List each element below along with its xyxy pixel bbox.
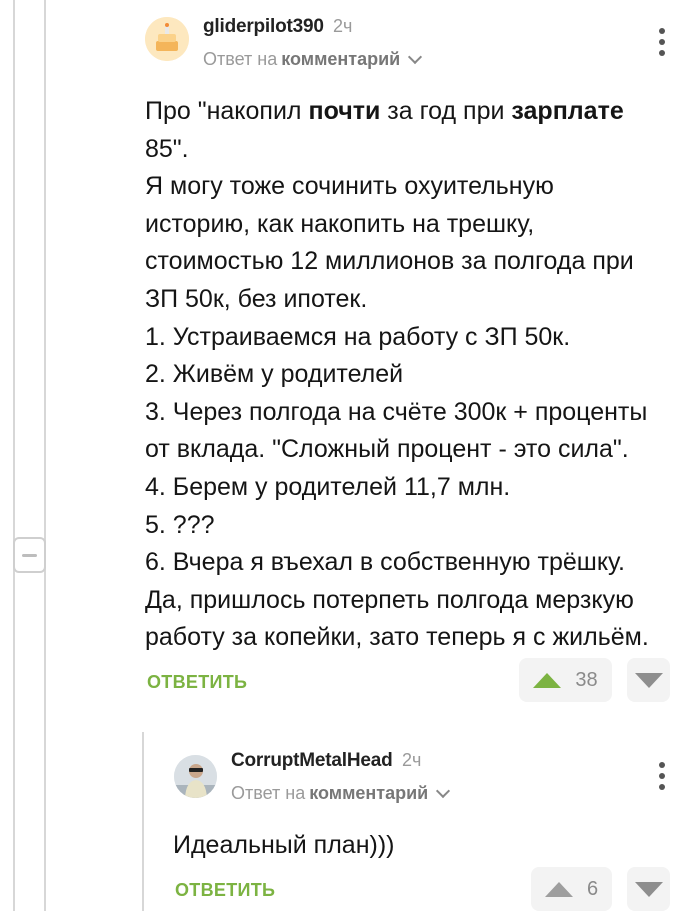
reply-to-target: комментарий bbox=[281, 49, 401, 69]
comment-body-text: 5. ??? bbox=[145, 510, 215, 539]
comment-body-text: работу за копейки, зато теперь я с жильё… bbox=[145, 623, 649, 652]
comment-body-line: 2. Живём у родителей bbox=[145, 356, 685, 394]
comment-body-text: за год при bbox=[380, 97, 512, 125]
kebab-menu-icon[interactable] bbox=[657, 28, 667, 56]
downvote-icon bbox=[634, 881, 663, 897]
kebab-menu-icon[interactable] bbox=[657, 762, 667, 790]
comment-body-text: 85". bbox=[145, 134, 189, 163]
comment-author[interactable]: CorruptMetalHead bbox=[231, 750, 393, 772]
comment-body-line: 6. Вчера я въехал в собственную трёшку. bbox=[145, 544, 685, 582]
comment-body-text: ЗП 50к, без ипотек. bbox=[145, 284, 368, 313]
chevron-down-icon bbox=[408, 49, 423, 64]
avatar-cake-icon bbox=[145, 17, 189, 61]
comment-body-line: 5. ??? bbox=[145, 507, 685, 545]
comment-body-text: 1. Устраиваемся на работу с ЗП 50к. bbox=[145, 322, 571, 351]
upvote-button[interactable]: 38 bbox=[519, 658, 612, 702]
comment-body-text: 6. Вчера я въехал в собственную трёшку. bbox=[145, 548, 625, 577]
downvote-button[interactable] bbox=[627, 867, 670, 911]
reply-to-link[interactable]: Ответ на комментарий bbox=[203, 49, 423, 70]
reply-to-target: комментарий bbox=[309, 783, 429, 803]
avatar-person-icon bbox=[174, 755, 217, 798]
comment-body-line: ЗП 50к, без ипотек. bbox=[145, 281, 685, 319]
comment-body-text: 3. Через полгода на счёте 300к + процент… bbox=[145, 397, 648, 426]
downvote-icon bbox=[634, 672, 663, 688]
upvote-icon bbox=[544, 881, 573, 897]
thread-line-nested bbox=[142, 732, 144, 911]
collapse-minus-icon bbox=[22, 553, 37, 557]
reply-button[interactable]: ОТВЕТИТЬ bbox=[147, 672, 247, 693]
comment-body-line: стоимостью 12 миллионов за полгода при bbox=[145, 243, 685, 281]
comment-body-text: 2. Живём у родителей bbox=[145, 360, 404, 389]
chevron-down-icon bbox=[436, 783, 451, 798]
collapse-thread-button[interactable] bbox=[13, 537, 46, 573]
comment-body-line: от вклада. "Сложный процент - это сила". bbox=[145, 431, 685, 469]
reply-to-prefix: Ответ на bbox=[231, 783, 306, 803]
comment-body-bold-text: почти bbox=[308, 97, 381, 125]
comment-body-text: историю, как накопить на трешку, bbox=[145, 209, 535, 238]
comment-body-text: Я могу тоже сочинить охуительную bbox=[145, 172, 554, 201]
vote-score: 38 bbox=[575, 668, 598, 691]
comment-body-line: 1. Устраиваемся на работу с ЗП 50к. bbox=[145, 319, 685, 357]
comment-body-line: 85". bbox=[145, 131, 685, 169]
comment-body-line: Я могу тоже сочинить охуительную bbox=[145, 168, 685, 206]
comment-body: Про "накопил почти за год при зарплате 85… bbox=[145, 93, 685, 657]
comment-body-text: Про "накопил bbox=[145, 97, 309, 125]
comment-body-line: историю, как накопить на трешку, bbox=[145, 206, 685, 244]
comment-body-text: 4. Берем у родителей 11,7 млн. bbox=[145, 472, 511, 501]
comment-body-line: 3. Через полгода на счёте 300к + процент… bbox=[145, 394, 685, 432]
comment-body-line: Про "накопил почти за год при зарплате bbox=[145, 93, 685, 131]
vote-score: 6 bbox=[586, 877, 599, 900]
comment-time: 2ч bbox=[333, 16, 353, 36]
reply-to-prefix: Ответ на bbox=[203, 49, 278, 69]
downvote-button[interactable] bbox=[627, 658, 670, 702]
avatar[interactable] bbox=[174, 755, 217, 798]
comment-body-text: Да, пришлось потерпеть полгода мерзкую bbox=[145, 585, 634, 614]
comment-body: Идеальный план))) bbox=[173, 831, 395, 859]
comment-body-text: от вклада. "Сложный процент - это сила". bbox=[145, 435, 629, 464]
comment-time: 2ч bbox=[402, 750, 422, 770]
comment-body-line: Да, пришлось потерпеть полгода мерзкую bbox=[145, 582, 685, 620]
reply-to-link[interactable]: Ответ на комментарий bbox=[231, 783, 451, 804]
comment-body-bold-text: зарплате bbox=[511, 97, 624, 125]
thread-line-outer-right bbox=[44, 0, 46, 911]
comment-body-line: 4. Берем у родителей 11,7 млн. bbox=[145, 469, 685, 507]
reply-button[interactable]: ОТВЕТИТЬ bbox=[175, 880, 275, 901]
upvote-button[interactable]: 6 bbox=[531, 867, 612, 911]
comment-author[interactable]: gliderpilot390 bbox=[203, 16, 324, 38]
avatar[interactable] bbox=[145, 17, 189, 61]
comment-body-text: стоимостью 12 миллионов за полгода при bbox=[145, 247, 634, 276]
upvote-icon bbox=[533, 672, 562, 688]
thread-line-outer-left bbox=[13, 0, 15, 911]
comment-body-line: работу за копейки, зато теперь я с жильё… bbox=[145, 619, 685, 657]
